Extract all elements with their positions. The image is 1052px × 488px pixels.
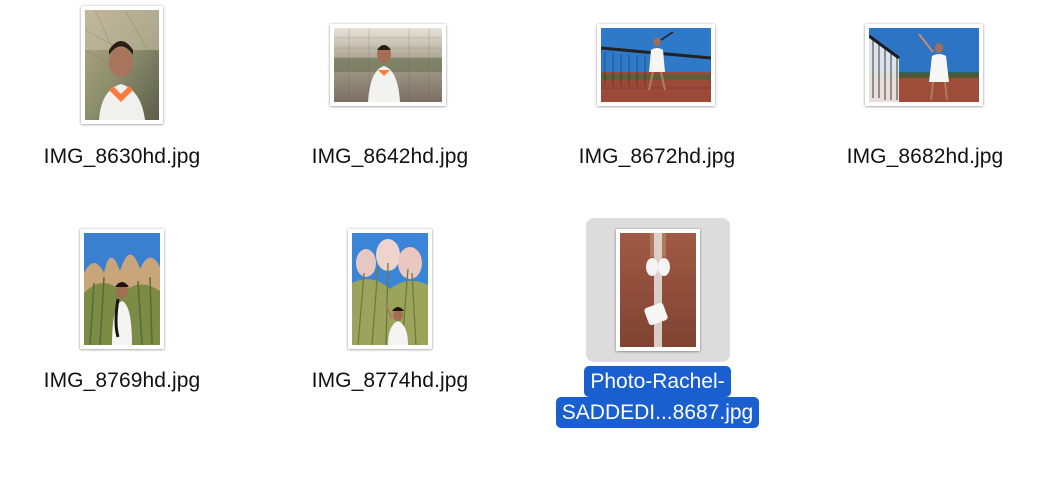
file-item[interactable]: IMG_8769hd.jpg [0,220,245,420]
file-item[interactable]: IMG_8672hd.jpg [535,0,780,200]
file-name[interactable]: IMG_8774hd.jpg [268,369,512,393]
file-name[interactable]: IMG_8630hd.jpg [0,145,244,169]
photo-image [620,233,696,347]
photo-thumbnail-icon[interactable] [348,229,432,349]
file-item[interactable]: IMG_8642hd.jpg [268,0,513,200]
file-item[interactable]: IMG_8630hd.jpg [0,0,240,200]
photo-image [334,28,442,102]
photo-image [85,10,159,120]
file-name-selected[interactable]: Photo-Rachel- SADDEDI...8687.jpg [535,366,780,428]
photo-thumbnail-icon[interactable] [81,6,163,124]
file-name-line1[interactable]: Photo-Rachel- [584,366,731,397]
photo-image [352,233,428,345]
photo-image [84,233,160,345]
photo-image [601,28,711,102]
photo-thumbnail-icon[interactable] [616,229,700,351]
file-name[interactable]: IMG_8769hd.jpg [0,369,244,393]
photo-thumbnail-icon[interactable] [80,229,164,349]
file-item[interactable]: IMG_8682hd.jpg [803,0,1048,200]
file-name[interactable]: IMG_8642hd.jpg [268,145,512,169]
file-name-line2[interactable]: SADDEDI...8687.jpg [555,397,760,428]
photo-image [869,28,979,102]
file-item[interactable]: IMG_8774hd.jpg [268,220,513,420]
file-item-selected[interactable]: Photo-Rachel- SADDEDI...8687.jpg [535,218,780,438]
photo-thumbnail-icon[interactable] [597,24,715,106]
photo-thumbnail-icon[interactable] [330,24,446,106]
file-name[interactable]: IMG_8672hd.jpg [535,145,779,169]
file-name[interactable]: IMG_8682hd.jpg [803,145,1047,169]
selection-highlight[interactable] [586,218,730,362]
photo-thumbnail-icon[interactable] [865,24,983,106]
